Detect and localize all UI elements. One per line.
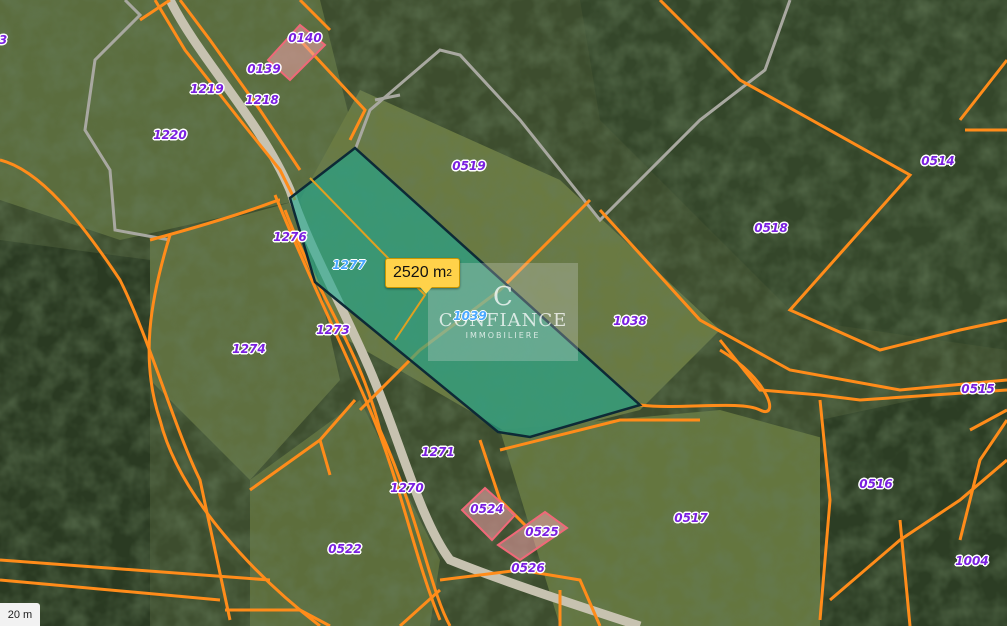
parcel-label[interactable]: 1274 [232, 343, 265, 355]
agency-tagline: IMMOBILIERE [465, 331, 541, 340]
parcel-label[interactable]: 0517 [674, 512, 707, 524]
parcel-label[interactable]: 0139 [247, 63, 280, 75]
parcel-label[interactable]: 0140 [288, 32, 321, 44]
area-measurement-tag[interactable]: 2520 m2 [385, 258, 460, 294]
parcel-label[interactable]: 3 [0, 34, 7, 46]
parcel-label[interactable]: 1220 [153, 129, 186, 141]
parcel-label[interactable]: 1270 [390, 482, 423, 494]
parcel-label[interactable]: 0522 [328, 543, 361, 555]
parcel-label[interactable]: 0519 [452, 160, 485, 172]
parcel-label[interactable]: 0515 [961, 383, 994, 395]
area-unit: m [433, 264, 447, 281]
parcel-label[interactable]: 0526 [511, 562, 544, 574]
parcel-label[interactable]: 0518 [754, 222, 787, 234]
parcel-label[interactable]: 0524 [470, 503, 503, 515]
parcel-label[interactable]: 1273 [316, 324, 349, 336]
parcel-label[interactable]: 1219 [190, 83, 223, 95]
area-value: 2520 [393, 264, 429, 281]
parcel-label[interactable]: 0516 [859, 478, 892, 490]
agency-logo-mark: C [493, 282, 513, 312]
parcel-label[interactable]: 1004 [955, 555, 988, 567]
scale-label: 20 m [7, 608, 33, 621]
parcel-label[interactable]: 1276 [273, 231, 306, 243]
area-exponent: 2 [446, 267, 452, 279]
parcel-label[interactable]: 1038 [613, 315, 646, 327]
parcel-label-selected[interactable]: 1277 [332, 259, 365, 271]
parcel-label[interactable]: 1218 [245, 94, 278, 106]
cadastral-map[interactable]: C CONFIANCE IMMOBILIERE 3 0140 0139 1219… [0, 0, 1007, 626]
parcel-label[interactable]: 0525 [525, 526, 558, 538]
parcel-label[interactable]: 1271 [421, 446, 454, 458]
scale-bar: 20 m [0, 603, 40, 626]
parcel-label-selected[interactable]: 1039 [453, 310, 486, 322]
parcel-label[interactable]: 0514 [921, 155, 954, 167]
